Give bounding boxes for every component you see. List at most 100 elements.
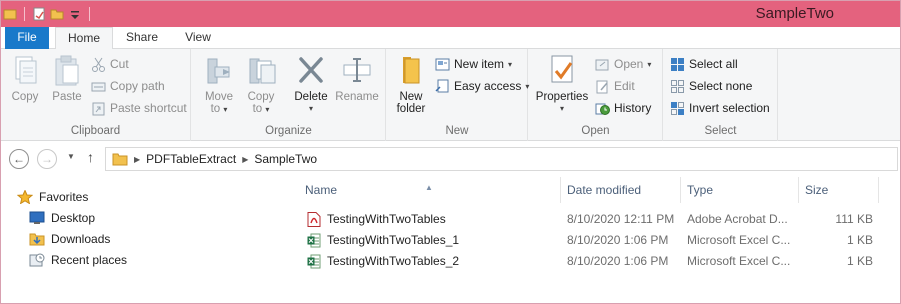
up-one-level-icon[interactable]: ↑ (87, 149, 94, 165)
breadcrumb-separator-icon[interactable]: ▶ (134, 155, 140, 164)
copy-to-button[interactable]: Copy to ▾ (242, 53, 280, 116)
history-button[interactable]: History (595, 98, 651, 118)
copy-path-label: Copy path (110, 79, 165, 93)
recent-places-icon (29, 253, 45, 267)
invert-selection-button[interactable]: Invert selection (670, 98, 770, 118)
new-item-label: New item (454, 57, 505, 71)
select-group: Select all Select none Invert selection … (664, 49, 778, 141)
easy-access-label: Easy access (454, 79, 522, 93)
excel-csv-file-icon (307, 254, 321, 269)
rename-icon (341, 53, 373, 87)
paste-shortcut-label: Paste shortcut (110, 101, 187, 115)
explorer-window: SampleTwo File Home Share View Copy Past… (0, 0, 901, 304)
properties-dropdown-icon[interactable]: ▾ (535, 103, 589, 115)
pdf-file-icon (307, 212, 321, 227)
paste-button[interactable]: Paste (49, 53, 85, 103)
delete-button[interactable]: Delete ▾ (290, 53, 332, 115)
invert-selection-label: Invert selection (689, 101, 770, 115)
nav-item-desktop[interactable]: Desktop (29, 208, 95, 228)
file-name: TestingWithTwoTables (327, 212, 446, 226)
file-size: 111 KB (835, 212, 873, 226)
file-row[interactable]: TestingWithTwoTables 8/10/2020 12:11 PM … (299, 209, 879, 230)
nav-downloads-label: Downloads (51, 232, 111, 246)
easy-access-button[interactable]: Easy access ▾ (435, 76, 529, 96)
file-date: 8/10/2020 1:06 PM (567, 233, 669, 247)
quick-access-separator-2 (89, 7, 90, 21)
file-list: Name ▲ Date modified Type Size TestingWi… (299, 177, 899, 304)
tab-share[interactable]: Share (117, 27, 167, 49)
tab-home[interactable]: Home (55, 27, 113, 50)
column-header-type[interactable]: Type (681, 177, 799, 203)
open-button[interactable]: Open ▾ (595, 54, 651, 74)
nav-item-downloads[interactable]: Downloads (29, 229, 110, 249)
properties-icon (546, 53, 578, 87)
folder-icon (112, 152, 128, 166)
cut-label: Cut (110, 57, 129, 71)
invert-selection-icon (670, 101, 685, 116)
properties-label: Properties (535, 91, 589, 103)
copy-path-icon (91, 79, 106, 94)
edit-label: Edit (614, 79, 635, 93)
file-row[interactable]: TestingWithTwoTables_1 8/10/2020 1:06 PM… (299, 230, 879, 251)
title-bar: SampleTwo (1, 1, 900, 27)
paste-shortcut-button[interactable]: Paste shortcut (91, 98, 187, 118)
nav-item-favorites[interactable]: Favorites (16, 187, 88, 207)
open-group-label: Open (581, 125, 610, 137)
column-header-date-modified[interactable]: Date modified (561, 177, 681, 203)
file-name: TestingWithTwoTables_1 (327, 233, 460, 247)
file-row[interactable]: TestingWithTwoTables_2 8/10/2020 1:06 PM… (299, 251, 879, 272)
ribbon-tab-bar: File Home Share View (1, 27, 900, 50)
breadcrumb-sampletwo[interactable]: SampleTwo (254, 152, 317, 166)
tab-file[interactable]: File (5, 27, 49, 49)
delete-dropdown-icon[interactable]: ▾ (290, 103, 332, 115)
move-to-button[interactable]: Move to ▾ (200, 53, 238, 116)
back-button[interactable]: ← (9, 149, 29, 169)
select-none-button[interactable]: Select none (670, 76, 752, 96)
address-bar[interactable]: ▶ PDFTableExtract ▶ SampleTwo (105, 147, 898, 171)
open-icon (595, 57, 610, 72)
star-icon (16, 189, 34, 205)
edit-icon (595, 79, 610, 94)
delete-label: Delete (294, 91, 328, 103)
customize-quick-access-icon[interactable] (68, 7, 82, 21)
paste-label: Paste (52, 91, 82, 103)
copy-button[interactable]: Copy (7, 53, 43, 103)
breadcrumb-pdftableextract[interactable]: PDFTableExtract (146, 152, 236, 166)
edit-button[interactable]: Edit (595, 76, 635, 96)
open-dropdown-icon: ▾ (647, 59, 652, 69)
move-to-icon (203, 53, 235, 87)
navigation-pane: Favorites Desktop Downloads Recent place… (1, 177, 291, 304)
new-folder-quick-icon[interactable] (50, 7, 64, 21)
copy-to-label-line1: Copy (247, 91, 275, 103)
new-item-dropdown-icon: ▾ (508, 59, 513, 69)
quick-access-separator (24, 7, 25, 21)
ribbon: Copy Paste Cut Copy path Paste shortcut … (1, 49, 900, 141)
move-to-label-line2: to ▾ (210, 103, 228, 115)
tab-view[interactable]: View (177, 27, 219, 49)
select-all-button[interactable]: Select all (670, 54, 738, 74)
select-none-icon (670, 79, 685, 94)
new-folder-button[interactable]: New folder (391, 53, 431, 115)
move-to-label-line1: Move (204, 91, 234, 103)
column-header-name[interactable]: Name ▲ (299, 177, 561, 203)
easy-access-icon (435, 79, 450, 94)
recent-locations-dropdown-icon[interactable]: ▼ (67, 152, 75, 161)
properties-quick-icon[interactable] (32, 7, 46, 21)
properties-button[interactable]: Properties ▾ (535, 53, 589, 115)
cut-button[interactable]: Cut (91, 54, 129, 74)
column-header-size[interactable]: Size (799, 177, 879, 203)
new-item-button[interactable]: New item ▾ (435, 54, 512, 74)
folder-app-icon[interactable] (3, 7, 17, 21)
breadcrumb-separator-icon-2[interactable]: ▶ (242, 155, 248, 164)
file-type: Microsoft Excel C... (687, 254, 791, 268)
scissors-icon (91, 57, 106, 72)
forward-arrow-icon: → (41, 152, 53, 166)
file-type: Microsoft Excel C... (687, 233, 791, 247)
rename-button[interactable]: Rename (334, 53, 380, 103)
forward-button[interactable]: → (37, 149, 57, 169)
nav-item-recent-places[interactable]: Recent places (29, 250, 127, 270)
copy-path-button[interactable]: Copy path (91, 76, 165, 96)
excel-csv-file-icon (307, 233, 321, 248)
new-folder-label-line1: New (399, 91, 423, 103)
file-size: 1 KB (846, 254, 873, 268)
